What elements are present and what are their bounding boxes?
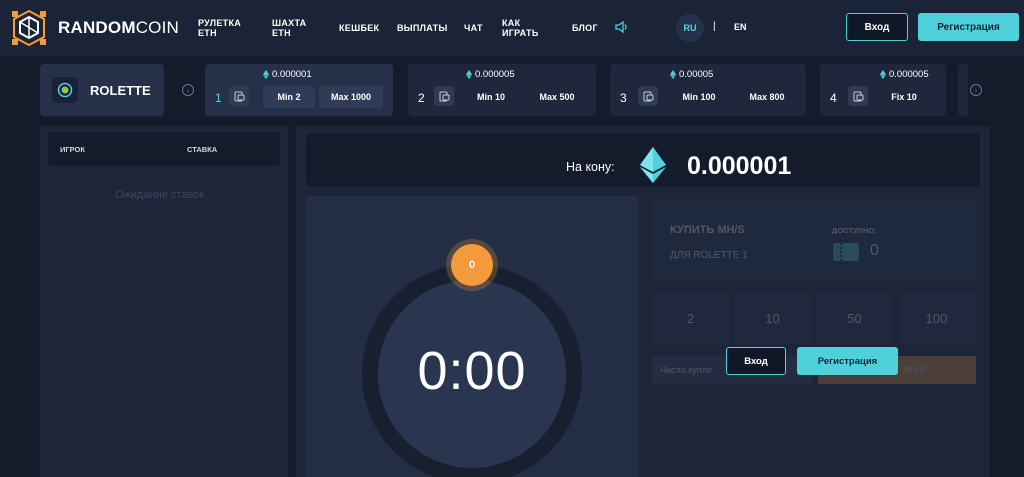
room-min: Min 100 <box>682 92 716 102</box>
logo-text-bold: RANDOM <box>58 18 136 37</box>
game-title: ROLETTE <box>90 82 151 98</box>
quantity-option[interactable]: 50 <box>816 292 893 344</box>
room-price: 0.000005 <box>466 69 515 80</box>
rolette-icon <box>52 77 78 103</box>
nav-label: ЧАТ <box>464 23 483 33</box>
nav-label: РУЛЕТКА <box>198 18 242 28</box>
nav-item-cashback[interactable]: КЕШБЕК <box>339 23 379 33</box>
wallet-icon <box>229 86 249 106</box>
quantity-option[interactable]: 10 <box>734 292 811 344</box>
quantity-option[interactable]: 100 <box>898 292 975 344</box>
game-panel: На кону: 0.000001 0 0:00 КУПИТЬ MH/S ДЛЯ… <box>296 126 990 477</box>
nav-item-how-to-play[interactable]: КАК ИГРАТЬ <box>502 18 539 38</box>
wallet-icon <box>638 86 658 106</box>
players-count-badge: 0 <box>451 244 493 286</box>
language-ru[interactable]: RU <box>676 14 704 42</box>
rooms-prev-arrow-icon[interactable]: ‹ <box>182 84 194 96</box>
room-fix: Fix 10 <box>891 92 917 102</box>
rooms-next-arrow-icon[interactable]: › <box>970 84 982 96</box>
ethereum-icon <box>880 70 886 79</box>
stake-bar: На кону: 0.000001 <box>306 134 980 186</box>
room-max: Max 500 <box>539 92 575 102</box>
stake-label: На кону: <box>566 160 615 174</box>
waiting-for-bets-text: Ожидание ставок <box>115 189 205 201</box>
timer-ring <box>362 264 582 477</box>
buy-mhs-area: КУПИТЬ MH/S ДЛЯ ROLETTE 1 ДОСТУПНО: 0 2 … <box>648 196 980 477</box>
countdown-timer: 0:00 <box>417 341 527 401</box>
room-card-partial <box>958 64 968 116</box>
quantity-options: 2 10 50 100 <box>652 292 976 344</box>
room-card-3[interactable]: 0.00005 3 Min 100 Max 800 <box>610 64 806 116</box>
room-max: Max 1000 <box>319 86 383 108</box>
logo-text: RANDOMCOIN <box>58 18 179 38</box>
column-bet: СТАВКА <box>187 145 218 154</box>
nav-label: КАК <box>502 18 521 28</box>
nav-item-blog[interactable]: БЛОГ <box>572 23 598 33</box>
ethereum-icon <box>263 70 269 79</box>
buy-mhs-card: КУПИТЬ MH/S ДЛЯ ROLETTE 1 ДОСТУПНО: 0 <box>652 200 976 280</box>
nav-label: ETH <box>272 28 291 38</box>
room-price: 0.000001 <box>263 69 312 80</box>
room-price-value: 0.000001 <box>272 69 312 80</box>
ethereum-icon <box>640 147 666 183</box>
room-price: 0.000005 <box>880 69 929 80</box>
room-card-1[interactable]: 0.000001 1 Min 2 Max 1000 <box>205 64 393 116</box>
available-value: 0 <box>870 242 879 259</box>
stake-value: 0.000001 <box>687 152 792 180</box>
randomcoin-logo-icon <box>12 9 46 47</box>
buy-title: КУПИТЬ MH/S <box>670 224 745 236</box>
game-title-box: ROLETTE <box>40 64 164 116</box>
language-separator: | <box>713 21 716 32</box>
nav-label: ИГРАТЬ <box>502 28 539 38</box>
ethereum-icon <box>670 70 676 79</box>
nav-label: ETH <box>198 28 217 38</box>
logo[interactable]: RANDOMCOIN <box>10 9 179 47</box>
ticket-icon <box>833 243 859 261</box>
available-label: ДОСТУПНО: <box>832 226 877 235</box>
room-number: 2 <box>418 91 425 105</box>
room-price: 0.00005 <box>670 69 713 80</box>
rooms-bar: ROLETTE ‹ 0.000001 1 Min 2 Max 1000 0.00… <box>0 56 1024 126</box>
wallet-icon <box>848 86 868 106</box>
room-price-value: 0.00005 <box>679 69 714 80</box>
room-number: 4 <box>830 91 837 105</box>
room-max: Max 800 <box>749 92 785 102</box>
login-button[interactable]: Вход <box>846 13 908 41</box>
nav-item-roulette-eth[interactable]: РУЛЕТКА ETH <box>198 18 241 38</box>
nav-item-mine-eth[interactable]: ШАХТА ETH <box>272 18 306 38</box>
room-number: 1 <box>215 91 222 105</box>
nav-label: ВЫПЛАТЫ <box>397 23 448 33</box>
room-number: 3 <box>620 91 627 105</box>
logo-text-light: COIN <box>135 18 180 37</box>
room-card-4[interactable]: 0.000005 4 Fix 10 <box>820 64 946 116</box>
overlay-login-button[interactable]: Вход <box>726 347 786 375</box>
overlay-register-button[interactable]: Регистрация <box>797 347 898 375</box>
speaker-icon[interactable] <box>614 19 630 35</box>
buy-subtitle: ДЛЯ ROLETTE 1 <box>670 250 748 261</box>
timer-area: 0 0:00 <box>306 196 638 477</box>
players-panel: ИГРОК СТАВКА Ожидание ставок <box>40 126 288 477</box>
room-min: Min 2 <box>263 86 315 108</box>
room-price-value: 0.000005 <box>475 69 515 80</box>
ethereum-icon <box>466 70 472 79</box>
column-player: ИГРОК <box>60 145 85 154</box>
language-en[interactable]: EN <box>734 22 747 32</box>
room-min: Min 10 <box>476 92 505 102</box>
quantity-option[interactable]: 2 <box>652 292 729 344</box>
room-card-2[interactable]: 0.000005 2 Min 10 Max 500 <box>408 64 596 116</box>
nav-item-payouts[interactable]: ВЫПЛАТЫ <box>397 23 448 33</box>
buy-mhs-dimmed: КУПИТЬ MH/S ДЛЯ ROLETTE 1 ДОСТУПНО: 0 2 … <box>648 196 980 477</box>
nav-label: БЛОГ <box>572 23 598 33</box>
nav-label: ШАХТА <box>272 18 307 28</box>
register-button[interactable]: Регистрация <box>918 13 1019 41</box>
top-navigation-bar: RANDOMCOIN РУЛЕТКА ETH ШАХТА ETH КЕШБЕК … <box>0 0 1024 56</box>
nav-item-chat[interactable]: ЧАТ <box>464 23 483 33</box>
nav-label: КЕШБЕК <box>339 23 380 33</box>
wallet-icon <box>434 86 454 106</box>
players-table-header: ИГРОК СТАВКА <box>48 132 280 166</box>
room-price-value: 0.000005 <box>889 69 929 80</box>
